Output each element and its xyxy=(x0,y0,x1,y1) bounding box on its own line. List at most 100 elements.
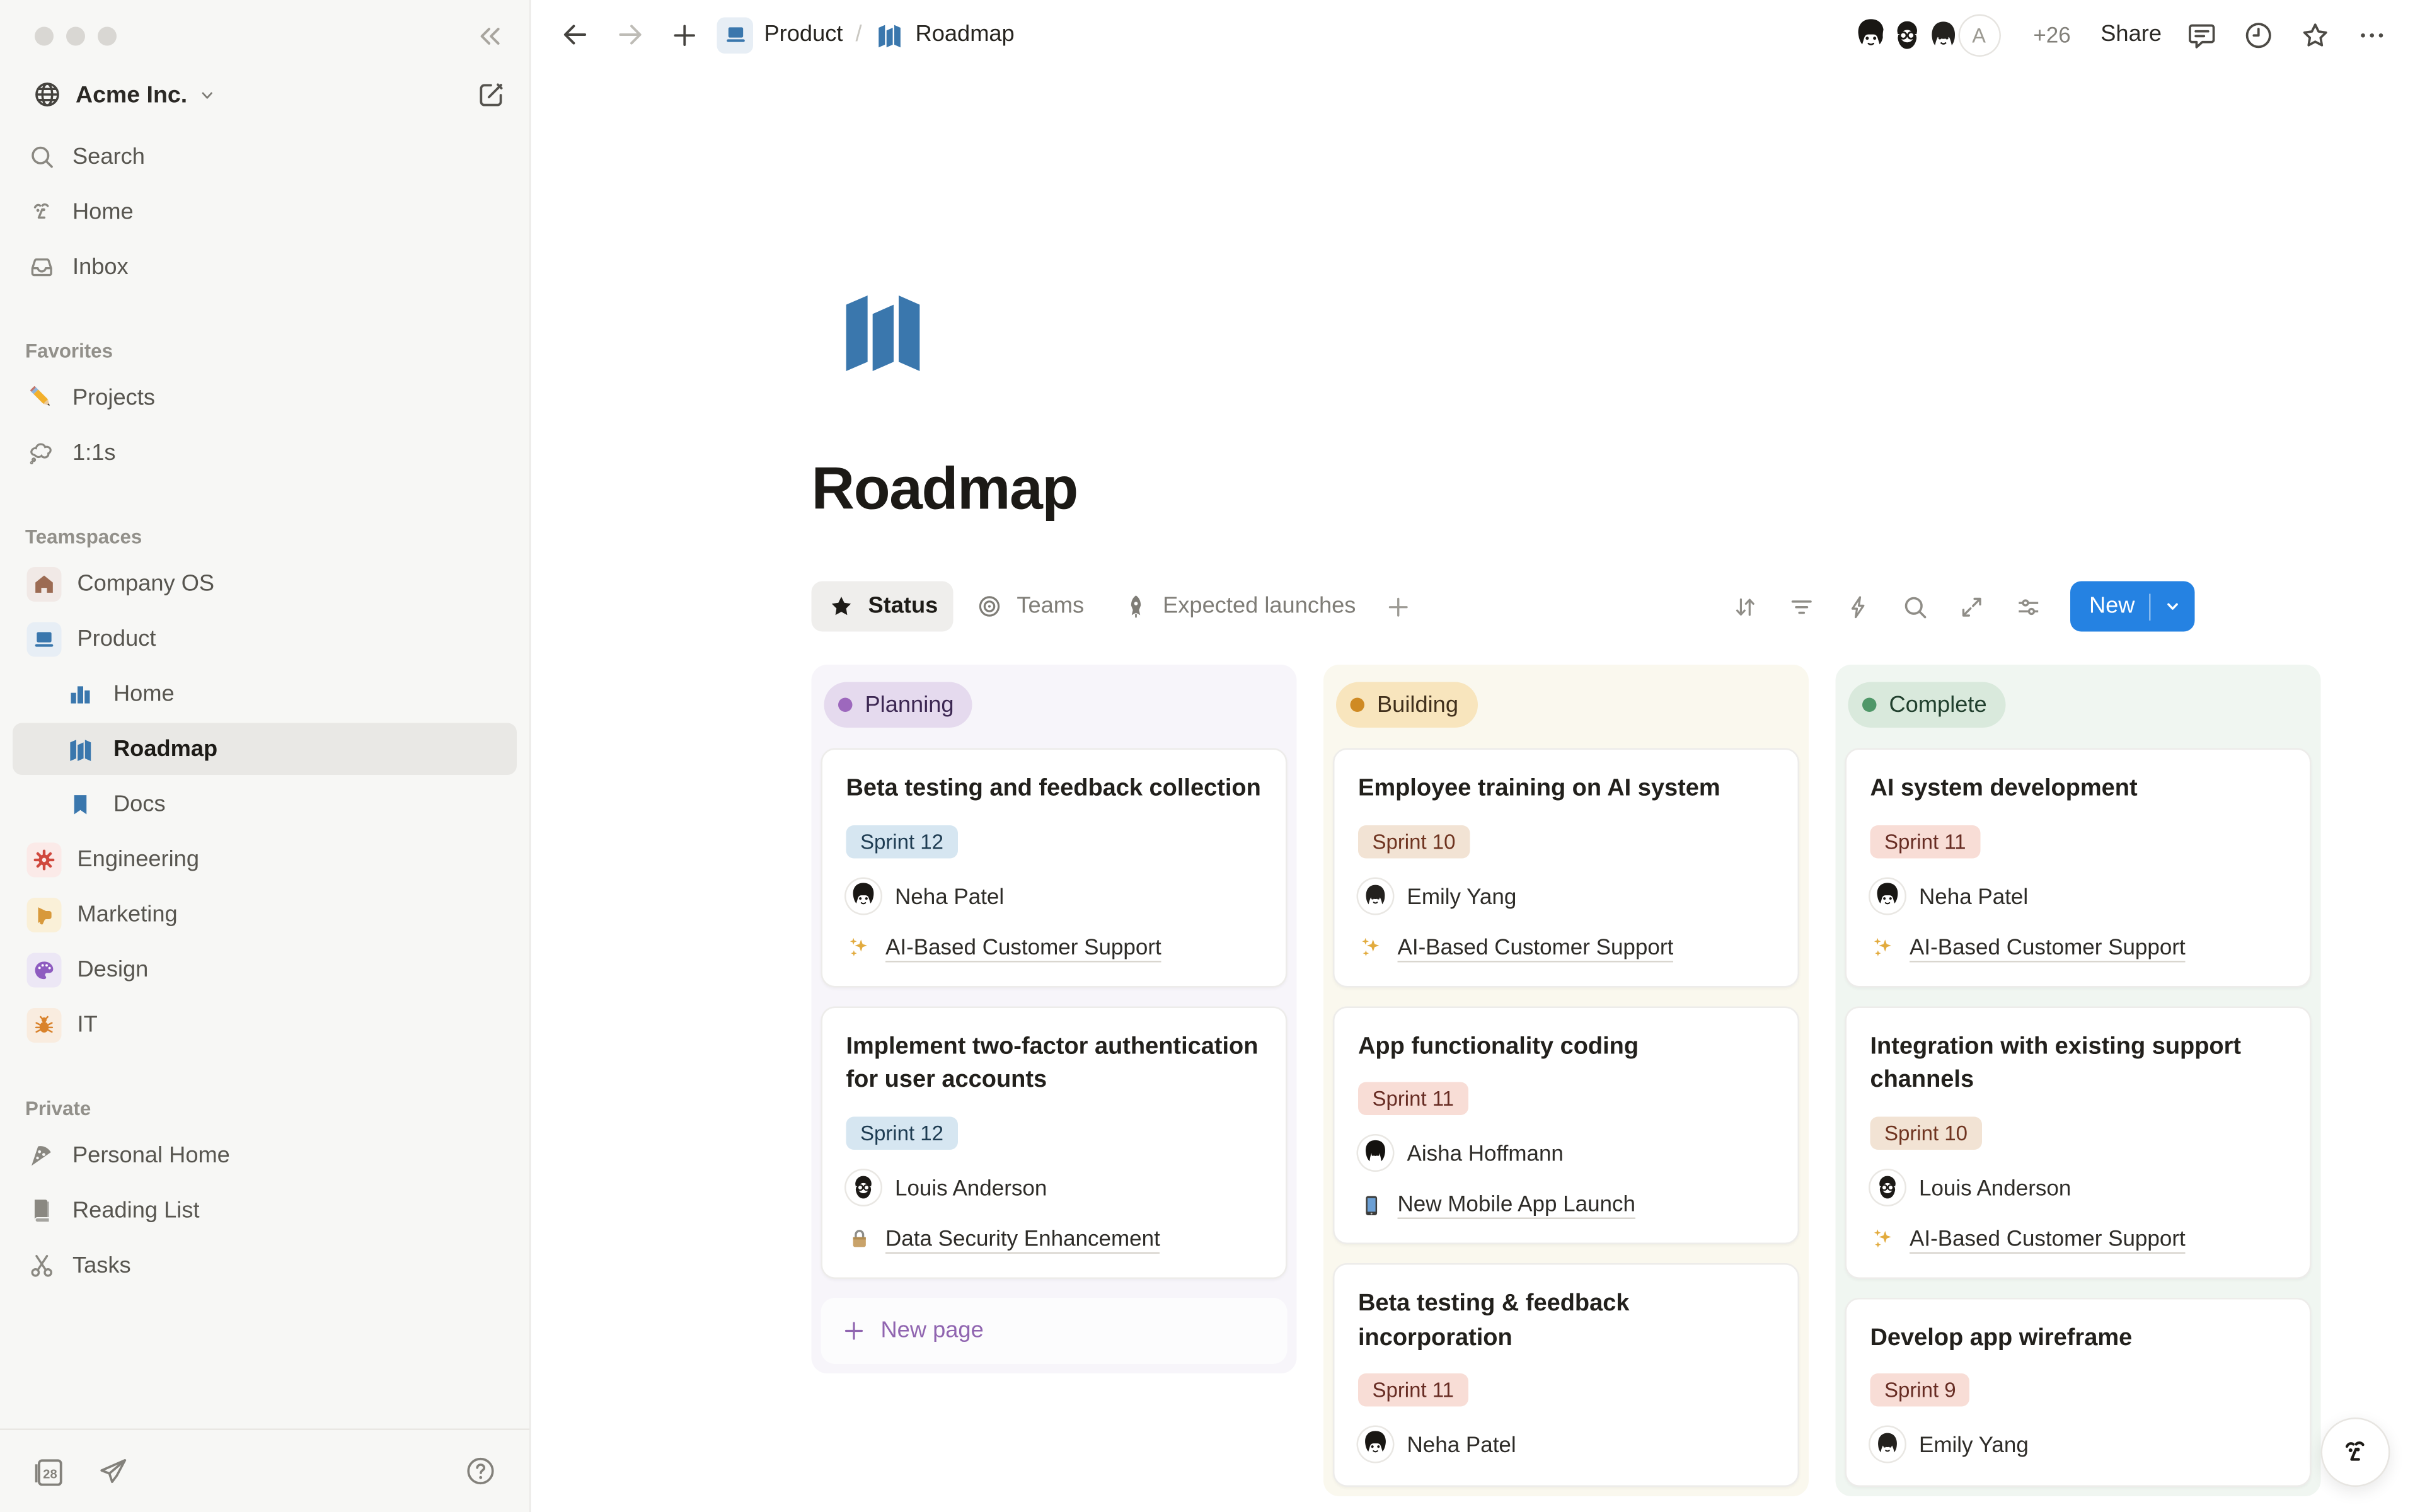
sprint-tag[interactable]: Sprint 9 xyxy=(1870,1374,1971,1407)
window-controls[interactable] xyxy=(0,0,529,46)
sidebar-item-inbox[interactable]: Inbox xyxy=(13,241,517,294)
close-window-button[interactable] xyxy=(35,27,54,46)
sidebar-item-product-home[interactable]: Home xyxy=(13,668,517,720)
board-card[interactable]: Employee training on AI system Sprint 10… xyxy=(1333,748,1799,987)
breadcrumb-product[interactable]: Product xyxy=(717,16,843,53)
collaborator-overflow-count[interactable]: +26 xyxy=(2033,22,2070,47)
sidebar-item-product[interactable]: Product xyxy=(13,613,517,665)
board-card[interactable]: App functionality coding Sprint 11 Aisha… xyxy=(1333,1005,1799,1244)
related-page-link[interactable]: AI-Based Customer Support xyxy=(1910,933,2186,961)
new-page-button[interactable]: New page xyxy=(821,1297,1288,1363)
sidebar-item-reading-list[interactable]: Reading List xyxy=(13,1184,517,1237)
sidebar-item-it[interactable]: IT xyxy=(13,999,517,1051)
sort-icon[interactable] xyxy=(1730,592,1760,622)
sidebar-item-projects[interactable]: Projects xyxy=(13,372,517,424)
sidebar-item-design[interactable]: Design xyxy=(13,944,517,996)
more-options-icon[interactable] xyxy=(2356,18,2389,52)
sidebar-item-docs[interactable]: Docs xyxy=(13,778,517,830)
card-title[interactable]: Employee training on AI system xyxy=(1358,772,1774,806)
assignee-name[interactable]: Louis Anderson xyxy=(895,1174,1047,1200)
assignee-name[interactable]: Louis Anderson xyxy=(1919,1174,2071,1200)
assignee-name[interactable]: Neha Patel xyxy=(895,883,1004,908)
sidebar-item-roadmap[interactable]: Roadmap xyxy=(13,723,517,776)
section-title[interactable]: Teamspaces xyxy=(0,518,529,555)
sidebar-item-tasks[interactable]: Tasks xyxy=(13,1240,517,1292)
assignee-name[interactable]: Neha Patel xyxy=(1407,1432,1516,1457)
tab-expected-launches[interactable]: Expected launches xyxy=(1106,581,1371,632)
collapse-sidebar-icon[interactable] xyxy=(473,21,504,52)
history-clock-icon[interactable] xyxy=(2242,18,2276,52)
board-card[interactable]: Develop app wireframe Sprint 9 Emily Yan… xyxy=(1845,1297,2312,1487)
sidebar-item-personal-home[interactable]: Personal Home xyxy=(13,1130,517,1182)
card-title[interactable]: Beta testing & feedback incorporation xyxy=(1358,1287,1774,1355)
card-title[interactable]: Beta testing and feedback collection xyxy=(846,772,1262,806)
related-page-link[interactable]: AI-Based Customer Support xyxy=(1910,1225,2186,1253)
sidebar-item-marketing[interactable]: Marketing xyxy=(13,888,517,941)
assignee-name[interactable]: Emily Yang xyxy=(1407,883,1517,908)
comments-icon[interactable] xyxy=(2186,18,2219,52)
page-map-icon[interactable] xyxy=(812,280,954,381)
share-button[interactable]: Share xyxy=(2100,22,2162,47)
board-card[interactable]: Beta testing and feedback collection Spr… xyxy=(821,748,1288,987)
board-card[interactable]: AI system development Sprint 11 Neha Pat… xyxy=(1845,748,2312,987)
card-title[interactable]: Integration with existing support channe… xyxy=(1870,1029,2286,1097)
calendar-icon[interactable] xyxy=(32,1453,68,1489)
add-view-plus-icon[interactable] xyxy=(1378,581,1417,632)
sprint-tag[interactable]: Sprint 10 xyxy=(1358,825,1470,858)
sprint-tag[interactable]: Sprint 12 xyxy=(846,825,958,858)
sprint-tag[interactable]: Sprint 11 xyxy=(1358,1374,1468,1407)
new-button-label[interactable]: New xyxy=(2070,594,2149,619)
tab-teams[interactable]: Teams xyxy=(960,581,1100,632)
sidebar-item-engineering[interactable]: Engineering xyxy=(13,833,517,886)
new-page-compose-button[interactable] xyxy=(476,79,507,110)
section-title[interactable]: Private xyxy=(0,1090,529,1126)
tab-status[interactable]: Status xyxy=(812,581,954,632)
sidebar-item-search[interactable]: Search xyxy=(13,131,517,183)
related-page-link[interactable]: New Mobile App Launch xyxy=(1398,1191,1636,1219)
forward-icon[interactable] xyxy=(614,19,646,50)
workspace-switcher[interactable]: Acme Inc. xyxy=(32,79,507,110)
invite-members-icon[interactable] xyxy=(96,1454,131,1489)
filter-icon[interactable] xyxy=(1787,592,1817,622)
board-card[interactable]: Implement two-factor authentication for … xyxy=(821,1005,1288,1278)
related-page-link[interactable]: AI-Based Customer Support xyxy=(885,933,1161,961)
card-title[interactable]: Implement two-factor authentication for … xyxy=(846,1029,1262,1097)
section-title[interactable]: Favorites xyxy=(0,333,529,369)
back-icon[interactable] xyxy=(560,19,591,50)
sprint-tag[interactable]: Sprint 12 xyxy=(846,1116,958,1150)
view-settings-sliders-icon[interactable] xyxy=(2014,592,2044,622)
sprint-tag[interactable]: Sprint 11 xyxy=(1870,825,1981,858)
automation-bolt-icon[interactable] xyxy=(1843,592,1874,622)
card-title[interactable]: App functionality coding xyxy=(1358,1029,1774,1063)
card-title[interactable]: Develop app wireframe xyxy=(1870,1321,2286,1355)
help-icon[interactable] xyxy=(463,1454,498,1489)
page-title[interactable]: Roadmap xyxy=(812,454,2420,526)
favorite-star-icon[interactable] xyxy=(2299,18,2332,52)
related-page-link[interactable]: AI-Based Customer Support xyxy=(1398,933,1674,961)
sprint-tag[interactable]: Sprint 11 xyxy=(1358,1082,1468,1116)
related-page-link[interactable]: Data Security Enhancement xyxy=(885,1225,1160,1253)
minimize-window-button[interactable] xyxy=(66,27,85,46)
new-tab-plus-icon[interactable] xyxy=(670,20,700,50)
column-status-pill[interactable]: Building xyxy=(1336,682,1477,728)
board-card[interactable]: Beta testing & feedback incorporation Sp… xyxy=(1333,1263,1799,1487)
assignee-name[interactable]: Emily Yang xyxy=(1919,1432,2029,1457)
search-in-view-icon[interactable] xyxy=(1900,592,1930,622)
new-dropdown-chevron-icon[interactable] xyxy=(2151,594,2195,619)
assignee-name[interactable]: Aisha Hoffmann xyxy=(1407,1140,1564,1166)
sidebar-item-1-1s[interactable]: 1:1s xyxy=(13,427,517,479)
zoom-window-button[interactable] xyxy=(98,27,117,46)
new-button[interactable]: New xyxy=(2070,581,2195,632)
sprint-tag[interactable]: Sprint 10 xyxy=(1870,1116,1982,1150)
breadcrumb-roadmap[interactable]: Roadmap xyxy=(875,20,1015,50)
sidebar-item-home[interactable]: Home xyxy=(13,186,517,238)
column-status-pill[interactable]: Complete xyxy=(1848,682,2006,728)
assignee-name[interactable]: Neha Patel xyxy=(1919,883,2028,908)
collaborator-avatars[interactable]: A xyxy=(1846,10,2003,59)
notion-ai-button[interactable] xyxy=(2321,1418,2390,1487)
sidebar-item-company-os[interactable]: Company OS xyxy=(13,558,517,610)
expand-icon[interactable] xyxy=(1957,592,1987,622)
card-title[interactable]: AI system development xyxy=(1870,772,2286,806)
column-status-pill[interactable]: Planning xyxy=(824,682,973,728)
board-card[interactable]: Integration with existing support channe… xyxy=(1845,1005,2312,1278)
